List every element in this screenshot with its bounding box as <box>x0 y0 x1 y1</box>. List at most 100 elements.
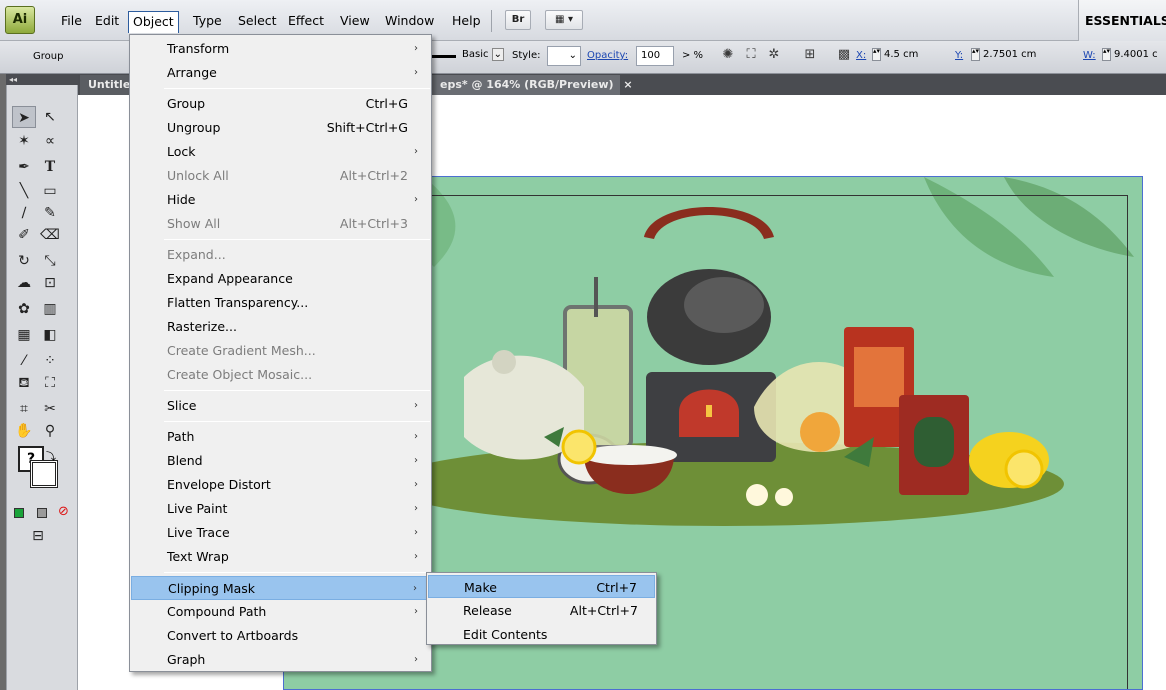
tools-panel-header[interactable]: ◂◂ <box>6 74 78 85</box>
symbol-sprayer-tool-icon[interactable]: ✿ <box>12 298 36 320</box>
blend-tool-icon[interactable]: ⁘ <box>38 350 62 372</box>
stroke-profile-select[interactable]: Basic ⌄ <box>458 46 505 66</box>
menu-item-group[interactable]: Group Ctrl+G <box>131 92 430 116</box>
rotate-tool-icon[interactable]: ↻ <box>12 250 36 272</box>
menu-item-compound-path[interactable]: Compound Path › <box>131 600 430 624</box>
menu-item-expand-appearance[interactable]: Expand Appearance <box>131 267 430 291</box>
tab-close-icon[interactable]: × <box>623 78 632 91</box>
menu-view[interactable]: View <box>336 11 374 33</box>
paintbrush-tool-icon[interactable]: ∕ <box>12 202 36 224</box>
screen-mode-icon[interactable]: ⊟ <box>26 525 50 547</box>
menu-item-label: Show All <box>167 216 221 231</box>
submenu-item-label: Edit Contents <box>463 627 548 642</box>
mesh-tool-icon[interactable]: ▦ <box>12 324 36 346</box>
menu-item-path[interactable]: Path › <box>131 425 430 449</box>
y-label[interactable]: Y: <box>955 50 963 61</box>
hand-tool-icon[interactable]: ✋ <box>12 420 36 442</box>
style-select[interactable]: ⌄ <box>547 46 581 66</box>
menu-item-live-paint[interactable]: Live Paint › <box>131 497 430 521</box>
tab-untitled[interactable]: Untitled <box>80 75 138 95</box>
align-icon[interactable]: ⊞ <box>800 45 820 65</box>
live-paint-selection-tool-icon[interactable]: ⛶ <box>38 372 62 394</box>
stroke-swatch-icon[interactable] <box>30 460 58 488</box>
zoom-tool-icon[interactable]: ⚲ <box>38 420 62 442</box>
submenu-item-edit-contents[interactable]: Edit Contents <box>428 623 655 646</box>
recolor-artwork-icon[interactable]: ✺ <box>718 45 738 65</box>
rectangle-tool-icon[interactable]: ▭ <box>38 180 62 202</box>
menu-item-lock[interactable]: Lock › <box>131 140 430 164</box>
menu-edit[interactable]: Edit <box>91 11 123 33</box>
arrange-documents-icon: ▦ ▾ <box>555 14 573 25</box>
gradient-mode-icon[interactable] <box>37 508 47 518</box>
menu-window[interactable]: Window <box>381 11 438 33</box>
menu-separator <box>164 239 430 240</box>
w-label[interactable]: W: <box>1083 50 1096 61</box>
arrange-documents-button[interactable]: ▦ ▾ <box>545 10 583 30</box>
opacity-field[interactable]: 100 <box>636 46 674 66</box>
menu-item-graph[interactable]: Graph › <box>131 648 430 672</box>
menu-effect[interactable]: Effect <box>284 11 328 33</box>
opacity-unit[interactable]: > % <box>682 50 703 61</box>
menu-item-clipping-mask[interactable]: Clipping Mask › <box>131 576 430 600</box>
type-tool-icon[interactable]: T <box>38 156 62 178</box>
menu-item-text-wrap[interactable]: Text Wrap › <box>131 545 430 569</box>
menu-help[interactable]: Help <box>448 11 485 33</box>
x-label[interactable]: X: <box>856 50 866 61</box>
eyedropper-tool-icon[interactable]: ⁄ <box>12 350 36 372</box>
column-graph-tool-icon[interactable]: ▥ <box>38 298 62 320</box>
menu-select[interactable]: Select <box>234 11 281 33</box>
free-transform-tool-icon[interactable]: ⊡ <box>38 272 62 294</box>
submenu-item-make[interactable]: Make Ctrl+7 <box>428 575 655 598</box>
gradient-tool-icon[interactable]: ◧ <box>38 324 62 346</box>
bridge-button[interactable]: Br <box>505 10 531 30</box>
direct-selection-tool-icon[interactable]: ↖ <box>38 106 62 128</box>
swap-fill-stroke-icon[interactable]: ⤵ <box>46 448 56 463</box>
x-field[interactable]: ▴▾ 4.5 cm <box>868 46 932 66</box>
menu-item-convert-to-artboards[interactable]: Convert to Artboards <box>131 624 430 648</box>
menu-item-ungroup[interactable]: Ungroup Shift+Ctrl+G <box>131 116 430 140</box>
selection-type-label: Group <box>33 51 64 62</box>
menu-item-hide[interactable]: Hide › <box>131 188 430 212</box>
menu-object[interactable]: Object <box>128 11 179 33</box>
live-paint-bucket-tool-icon[interactable]: ⛾ <box>12 372 36 394</box>
pencil-tool-icon[interactable]: ✎ <box>38 202 62 224</box>
eraser-tool-icon[interactable]: ⌫ <box>38 224 62 246</box>
menu-file[interactable]: File <box>57 11 86 33</box>
menu-item-label: Arrange <box>167 65 217 80</box>
none-mode-icon[interactable]: ⊘ <box>58 505 69 518</box>
scale-tool-icon[interactable]: ⤡ <box>38 250 62 272</box>
blob-brush-tool-icon[interactable]: ✐ <box>12 224 36 246</box>
menu-type[interactable]: Type <box>189 11 226 33</box>
isolate-group-icon[interactable]: ⛶ <box>741 45 761 65</box>
menu-item-rasterize[interactable]: Rasterize... <box>131 315 430 339</box>
brush-options-icon[interactable]: ✲ <box>764 45 784 65</box>
line-tool-icon[interactable]: ╲ <box>12 180 36 202</box>
clipping-mask-submenu: Make Ctrl+7 Release Alt+Ctrl+7 Edit Contents <box>426 572 657 645</box>
menu-item-transform[interactable]: Transform › <box>131 37 430 61</box>
selection-tool-icon[interactable]: ➤ <box>12 106 36 128</box>
opacity-label[interactable]: Opacity: <box>587 50 628 61</box>
menu-item-flatten-transparency[interactable]: Flatten Transparency... <box>131 291 430 315</box>
menu-item-live-trace[interactable]: Live Trace › <box>131 521 430 545</box>
transform-reference-icon[interactable]: ▩ <box>834 45 854 65</box>
lasso-tool-icon[interactable]: ∝ <box>38 130 62 152</box>
magic-wand-tool-icon[interactable]: ✶ <box>12 130 36 152</box>
menu-item-envelope-distort[interactable]: Envelope Distort › <box>131 473 430 497</box>
pen-tool-icon[interactable]: ✒ <box>12 156 36 178</box>
menu-item-shortcut: Alt+Ctrl+3 <box>339 216 408 231</box>
menu-item-slice[interactable]: Slice › <box>131 394 430 418</box>
tab-active-document[interactable]: eps* @ 164% (RGB/Preview) × <box>432 75 633 95</box>
menu-item-arrange[interactable]: Arrange › <box>131 61 430 85</box>
w-field[interactable]: ▴▾ 9.4001 c <box>1098 46 1166 66</box>
workspace-switcher[interactable]: ESSENTIALS <box>1078 0 1166 41</box>
slice-tool-icon[interactable]: ✂ <box>38 398 62 420</box>
submenu-arrow-icon: › <box>414 479 418 490</box>
submenu-item-label: Make <box>464 580 497 595</box>
color-mode-icon[interactable] <box>14 508 24 518</box>
style-label: Style: <box>512 50 541 61</box>
menu-item-blend[interactable]: Blend › <box>131 449 430 473</box>
warp-tool-icon[interactable]: ☁ <box>12 272 36 294</box>
submenu-item-release[interactable]: Release Alt+Ctrl+7 <box>428 599 655 622</box>
artboard-tool-icon[interactable]: ⌗ <box>12 398 36 420</box>
y-field[interactable]: ▴▾ 2.7501 cm <box>967 46 1075 66</box>
